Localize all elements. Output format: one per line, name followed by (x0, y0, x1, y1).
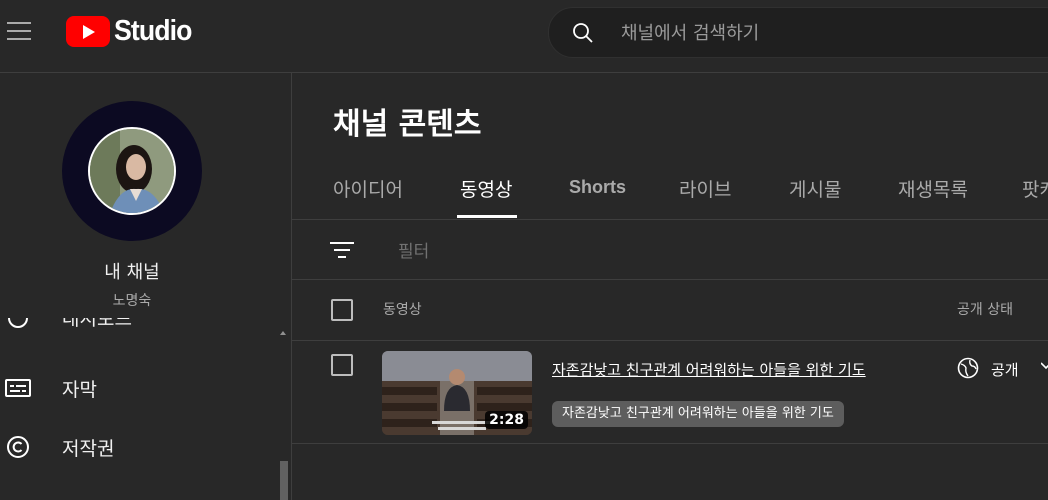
active-tab-indicator (457, 215, 517, 218)
main-content: 채널 콘텐츠 아이디어 동영상 Shorts 라이브 게시물 재생목록 팟캐스트… (292, 73, 1048, 500)
sidebar-item-subtitles[interactable]: 자막 (0, 361, 280, 415)
tab-shorts[interactable]: Shorts (569, 177, 626, 198)
channel-name: 내 채널 (104, 262, 160, 283)
avatar (88, 127, 176, 215)
column-header-visibility[interactable]: 공개 상태 (957, 299, 1013, 319)
subtitles-icon (5, 379, 31, 397)
search-icon[interactable] (571, 21, 595, 45)
tab-playlists[interactable]: 재생목록 (898, 175, 968, 202)
content-tabs: 아이디어 동영상 Shorts 라이브 게시물 재생목록 팟캐스트 (292, 161, 1048, 220)
page-title: 채널 콘텐츠 (333, 107, 482, 142)
channel-owner-name: 노명숙 (112, 293, 152, 309)
search-bar[interactable] (548, 7, 1048, 58)
search-input[interactable] (619, 18, 1003, 48)
partial-menu-icon (8, 318, 28, 328)
tab-posts[interactable]: 게시물 (789, 175, 841, 202)
sidebar-item-label: 저작권 (62, 437, 115, 460)
video-title-link[interactable]: 자존감낮고 친구관계 어려워하는 아들을 위한 기도 (552, 359, 902, 380)
select-all-checkbox[interactable] (331, 299, 353, 321)
copyright-icon (7, 436, 29, 458)
chevron-down-icon[interactable] (1041, 361, 1048, 371)
tab-podcasts[interactable]: 팟캐스트 (1022, 175, 1048, 202)
youtube-play-icon (66, 15, 110, 47)
youtube-studio-logo[interactable]: Studio (66, 14, 198, 48)
avatar-photo (90, 129, 174, 213)
logo-text: Studio (114, 14, 192, 47)
scrollbar-thumb[interactable] (280, 461, 288, 500)
sidebar: 내 채널 노명숙 대시보드 자막 저작권 (0, 73, 292, 500)
filter-icon[interactable] (330, 240, 354, 260)
sidebar-item-label: 자막 (62, 378, 97, 401)
sidebar-scrollbar[interactable] (280, 331, 290, 500)
filter-input[interactable]: 필터 (398, 237, 429, 262)
row-checkbox[interactable] (331, 354, 353, 376)
tab-live[interactable]: 라이브 (679, 175, 731, 202)
tab-ideas[interactable]: 아이디어 (333, 175, 403, 202)
globe-icon (957, 357, 979, 379)
sidebar-item-partial[interactable]: 대시보드 (0, 318, 280, 336)
table-row[interactable]: 2:28 자존감낮고 친구관계 어려워하는 아들을 위한 기도 자존감낮고 친구… (292, 341, 1048, 444)
tab-videos[interactable]: 동영상 (460, 175, 512, 202)
scroll-up-arrow-icon[interactable] (280, 331, 286, 335)
video-duration-badge: 2:28 (485, 411, 528, 429)
filter-bar: 필터 (292, 220, 1048, 280)
channel-avatar-frame[interactable] (62, 101, 202, 241)
video-thumbnail[interactable]: 2:28 (382, 351, 532, 435)
video-title-tooltip: 자존감낮고 친구관계 어려워하는 아들을 위한 기도 (552, 401, 844, 427)
visibility-status[interactable]: 공개 (991, 359, 1019, 380)
sidebar-item-copyright[interactable]: 저작권 (0, 420, 280, 474)
top-header: Studio (0, 0, 1048, 73)
table-header: 동영상 공개 상태 (292, 280, 1048, 341)
column-header-video: 동영상 (383, 302, 422, 318)
hamburger-menu-icon[interactable] (7, 22, 31, 42)
sidebar-item-partial-label: 대시보드 (62, 318, 132, 330)
